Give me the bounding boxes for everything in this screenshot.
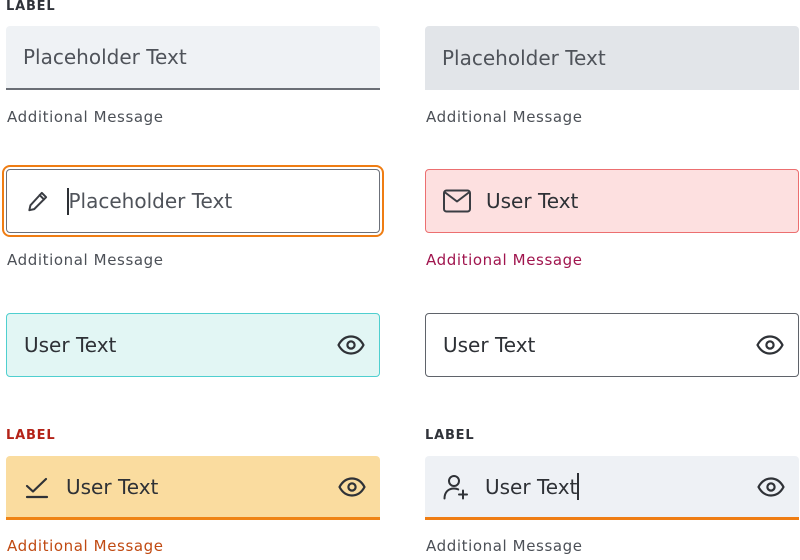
text-field-filled[interactable]: User Text [425, 313, 799, 377]
check-icon [22, 472, 52, 502]
text-field-default[interactable]: Placeholder Text [6, 26, 380, 90]
text-field-error[interactable]: User Text [425, 169, 799, 233]
field-label: LABEL [425, 428, 475, 443]
field-label: LABEL [6, 0, 56, 14]
eye-icon[interactable] [756, 472, 786, 502]
helper-message: Additional Message [426, 108, 583, 126]
input-value: User Text [66, 474, 159, 499]
text-field-focused[interactable]: Placeholder Text [2, 165, 384, 237]
user-add-icon [441, 472, 471, 502]
placeholder-text: Placeholder Text [23, 45, 187, 69]
helper-message: Additional Message [7, 251, 164, 269]
text-cursor [577, 473, 579, 500]
eye-icon[interactable] [755, 330, 785, 360]
error-message: Additional Message [426, 251, 583, 269]
field-label: LABEL [6, 428, 56, 443]
placeholder-text: Placeholder Text [68, 189, 233, 213]
eye-icon[interactable] [337, 472, 367, 502]
text-field-warning[interactable]: User Text [6, 456, 380, 520]
helper-message: Additional Message [7, 108, 164, 126]
input-value: User Text [24, 333, 117, 357]
text-field-success[interactable]: User Text [6, 313, 380, 377]
input-value: User Text [485, 474, 578, 499]
input-value: User Text [486, 189, 579, 213]
input-value: User Text [443, 333, 536, 357]
text-field-active[interactable]: User Text [425, 456, 799, 520]
placeholder-text: Placeholder Text [442, 46, 606, 70]
text-field-disabled: Placeholder Text [425, 26, 799, 90]
warning-message: Additional Message [7, 537, 164, 555]
pencil-icon [23, 186, 53, 216]
eye-icon[interactable] [336, 330, 366, 360]
helper-message: Additional Message [426, 537, 583, 555]
mail-icon [442, 186, 472, 216]
